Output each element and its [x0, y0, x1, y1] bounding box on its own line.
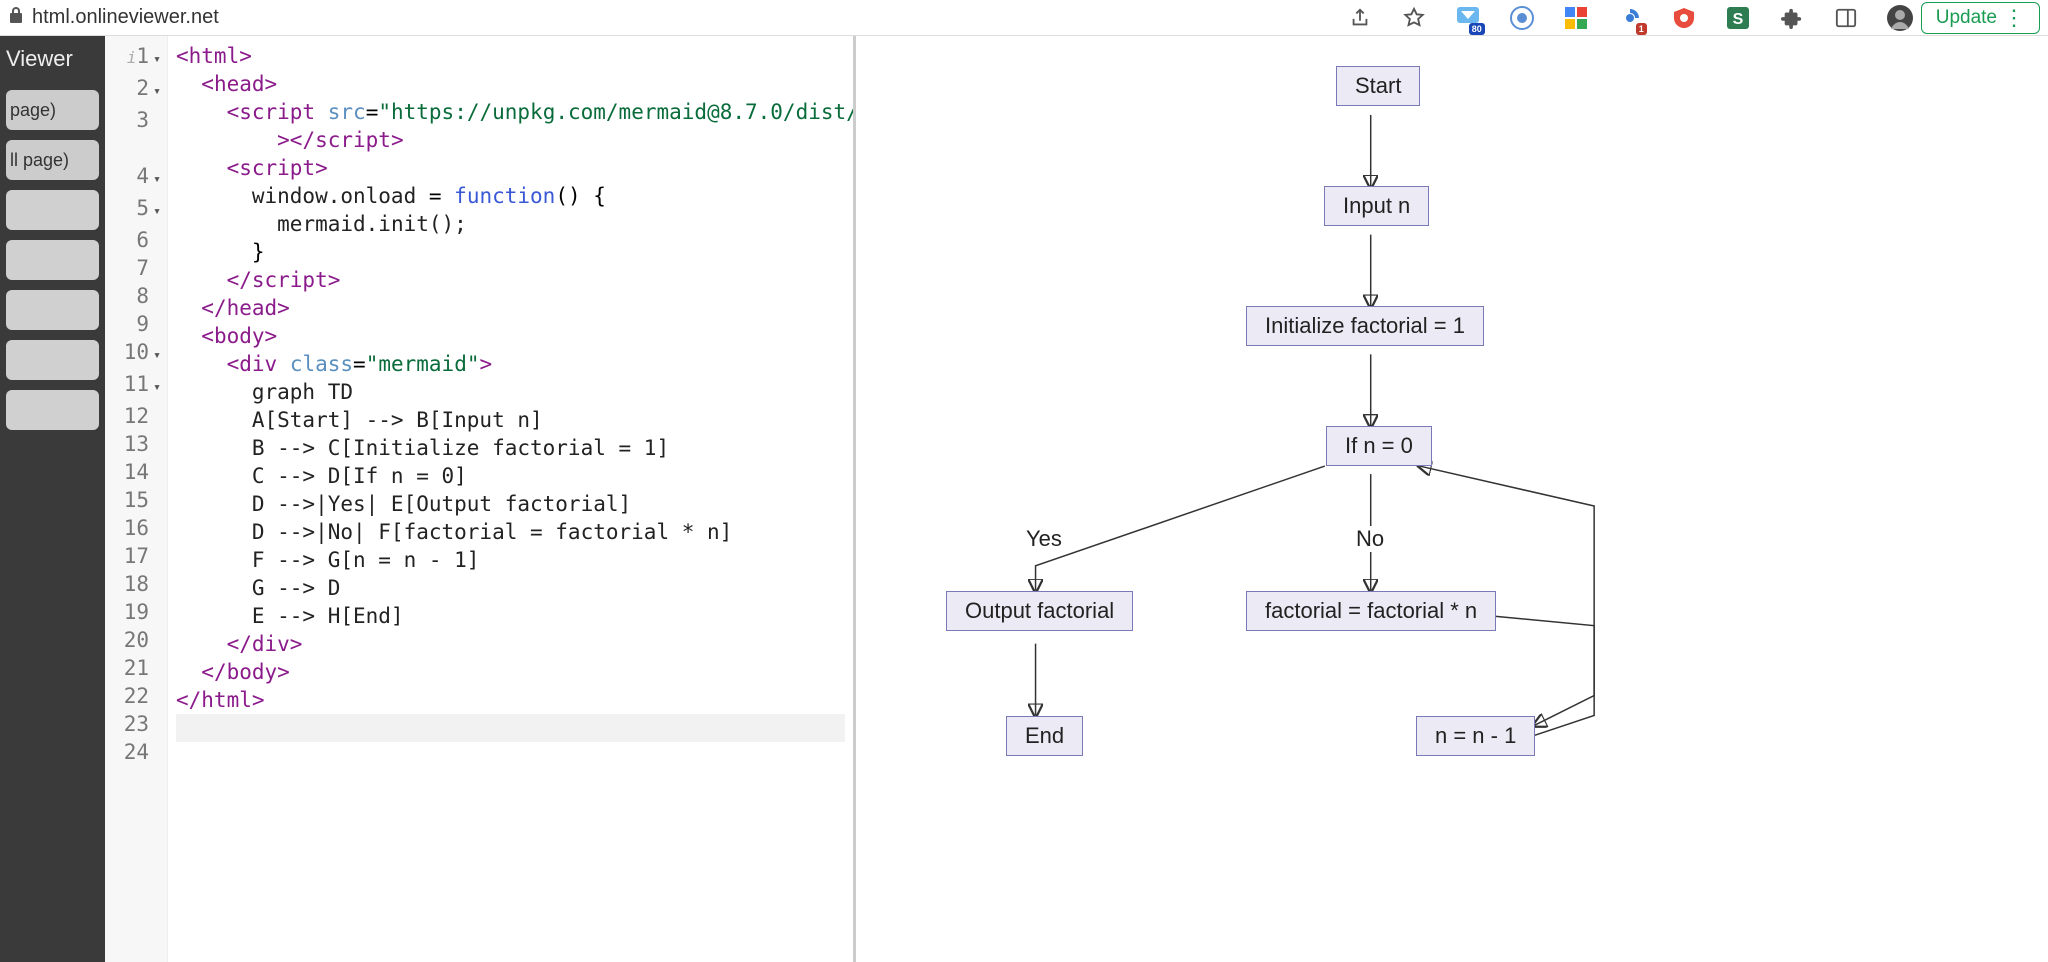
extensions-puzzle-icon[interactable] — [1779, 5, 1805, 31]
flow-node-decrement: n = n - 1 — [1416, 716, 1535, 756]
sidebar-btn-6[interactable] — [6, 340, 99, 380]
sidebar-title: Viewer — [6, 42, 99, 80]
flow-node-end: End — [1006, 716, 1083, 756]
panel-icon[interactable] — [1833, 5, 1859, 31]
sidebar-btn-5[interactable] — [6, 290, 99, 330]
svg-text:S: S — [1732, 11, 1743, 28]
update-label: Update — [1936, 7, 1997, 29]
flow-node-output: Output factorial — [946, 591, 1133, 631]
browser-address-bar: html.onlineviewer.net 80 1 S Update ⋮ — [0, 0, 2048, 36]
profile-avatar[interactable] — [1887, 5, 1913, 31]
edge-label-yes: Yes — [1026, 526, 1062, 552]
sidebar: Viewer page) ll page) — [0, 36, 105, 962]
flow-node-input: Input n — [1324, 186, 1429, 226]
editor-gutter: i1▾2▾3 4▾5▾678910▾11▾1213141516171819202… — [105, 36, 168, 962]
extension-icon-5[interactable] — [1671, 5, 1697, 31]
editor-code[interactable]: <html> <head> <script src="https://unpkg… — [168, 36, 853, 962]
flow-node-mult: factorial = factorial * n — [1246, 591, 1496, 631]
update-button[interactable]: Update ⋮ — [1921, 2, 2040, 34]
sidebar-btn-3[interactable] — [6, 190, 99, 230]
preview-pane: Start Input n Initialize factorial = 1 I… — [853, 36, 2048, 962]
star-icon[interactable] — [1401, 5, 1427, 31]
lock-icon — [8, 6, 24, 29]
url-text[interactable]: html.onlineviewer.net — [32, 6, 1347, 29]
sidebar-btn-1[interactable]: page) — [6, 90, 99, 130]
extension-icon-3[interactable] — [1563, 5, 1589, 31]
sidebar-btn-4[interactable] — [6, 240, 99, 280]
browser-action-icons: 80 1 S — [1347, 5, 1913, 31]
flow-node-init: Initialize factorial = 1 — [1246, 306, 1484, 346]
flow-node-condition: If n = 0 — [1326, 426, 1432, 466]
flowchart-edges — [856, 36, 2048, 962]
extension-icon-1[interactable]: 80 — [1455, 5, 1481, 31]
flow-node-start: Start — [1336, 66, 1420, 106]
code-editor[interactable]: i1▾2▾3 4▾5▾678910▾11▾1213141516171819202… — [105, 36, 853, 962]
sidebar-btn-2[interactable]: ll page) — [6, 140, 99, 180]
edge-label-no: No — [1356, 526, 1384, 552]
extension-icon-2[interactable] — [1509, 5, 1535, 31]
sidebar-btn-7[interactable] — [6, 390, 99, 430]
extension-icon-4[interactable]: 1 — [1617, 5, 1643, 31]
extension-icon-6[interactable]: S — [1725, 5, 1751, 31]
share-icon[interactable] — [1347, 5, 1373, 31]
